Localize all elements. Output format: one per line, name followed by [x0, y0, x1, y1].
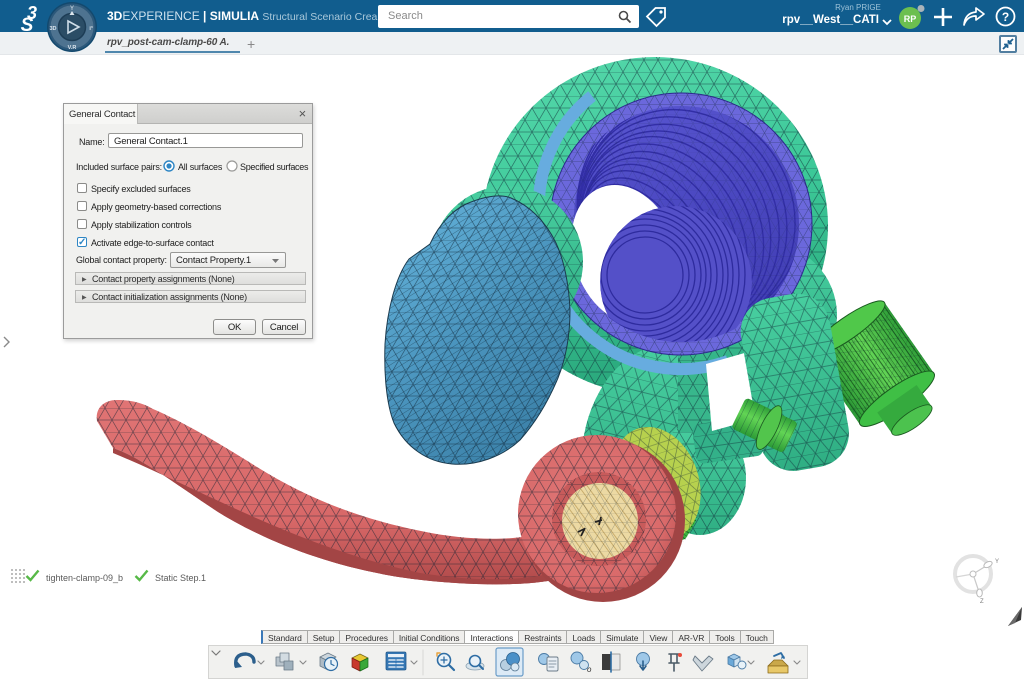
- svg-text:RP: RP: [904, 14, 917, 24]
- svg-text:Z: Z: [980, 599, 984, 605]
- svg-text:S: S: [21, 15, 34, 32]
- svg-text:V.R: V.R: [68, 45, 77, 51]
- svg-text:o: o: [587, 665, 592, 674]
- svg-text:?: ?: [1002, 10, 1009, 24]
- svg-text:Y: Y: [995, 559, 999, 565]
- svg-text:3D: 3D: [49, 26, 56, 32]
- svg-text:i³: i³: [89, 25, 93, 32]
